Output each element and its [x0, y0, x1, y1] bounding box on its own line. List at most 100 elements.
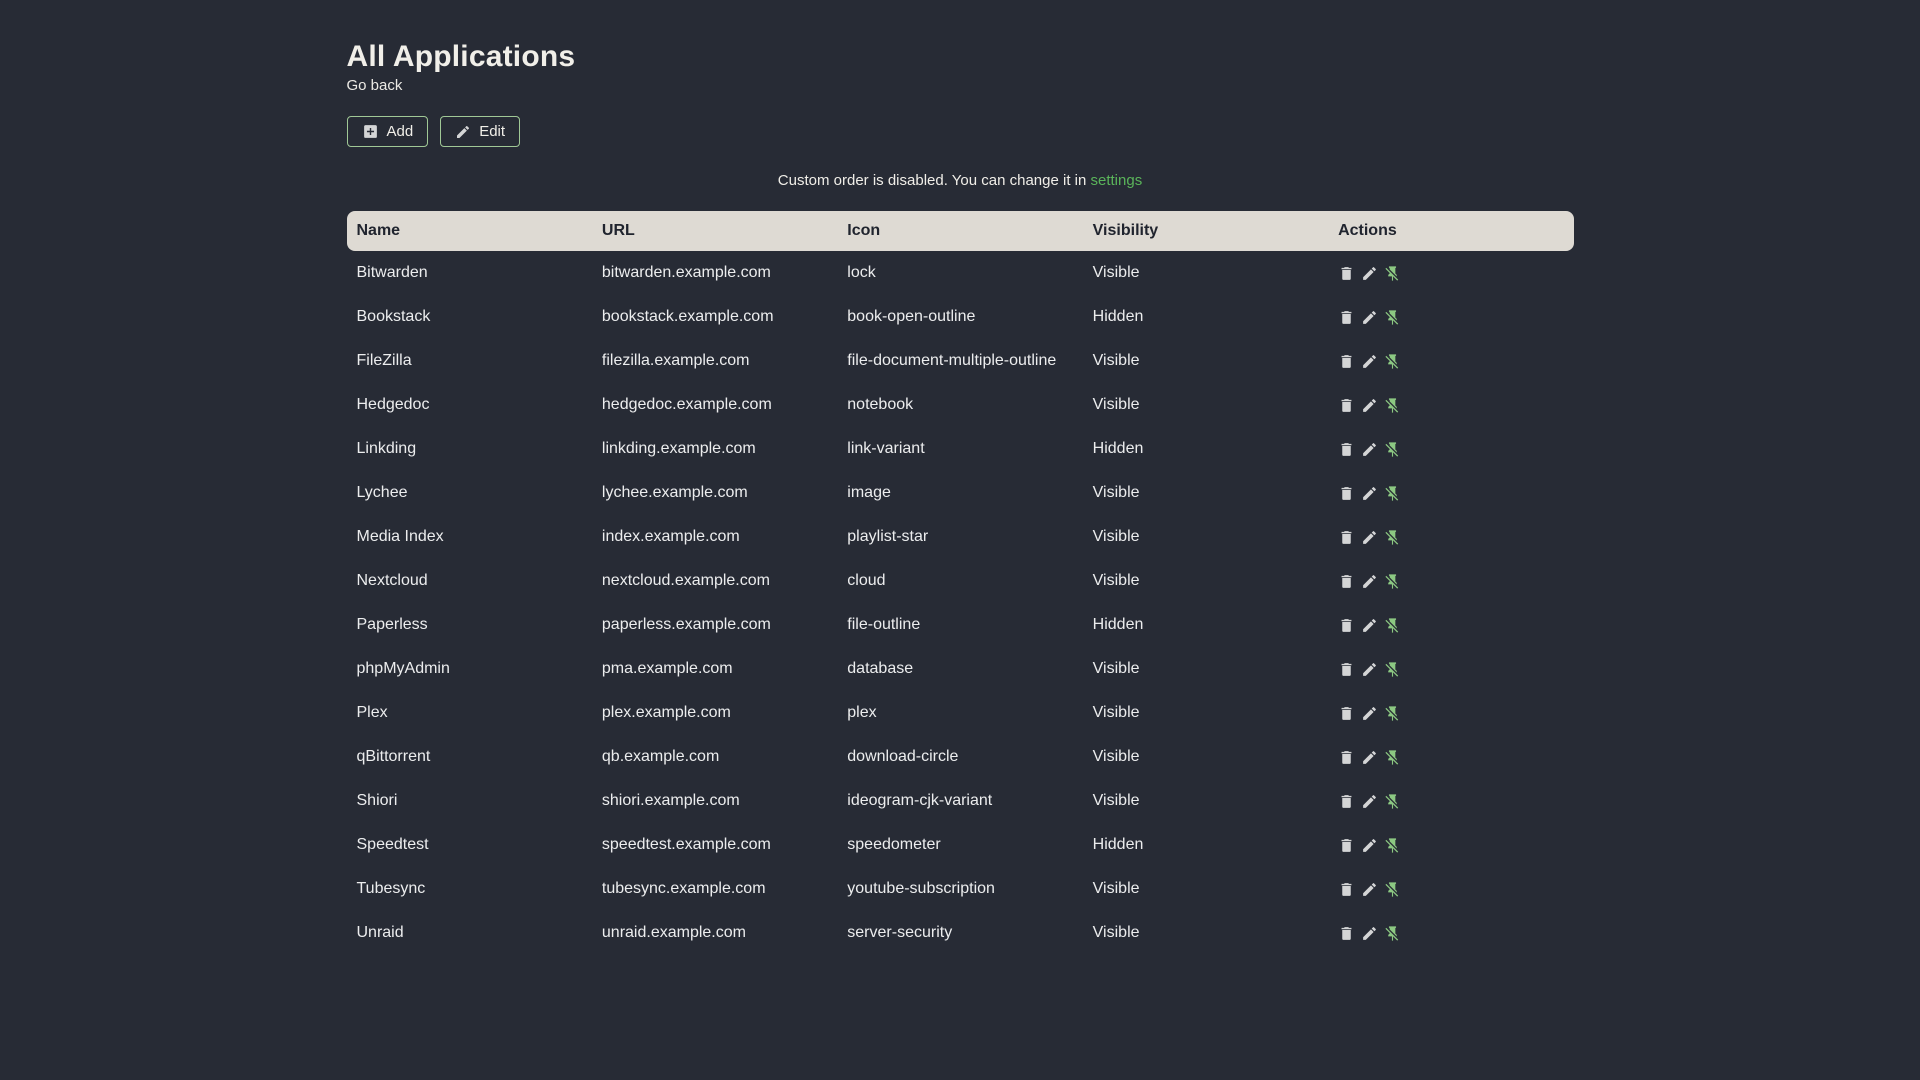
delete-icon[interactable] — [1338, 837, 1355, 854]
pin-off-icon[interactable] — [1384, 705, 1401, 722]
app-icon-name: youtube-subscription — [847, 880, 995, 897]
app-actions — [1328, 603, 1573, 647]
app-visibility: Visible — [1092, 748, 1140, 765]
edit-icon[interactable] — [1361, 353, 1378, 370]
page-container: All Applications Go back Add Edit Custom… — [346, 0, 1574, 955]
edit-icon[interactable] — [1361, 881, 1378, 898]
delete-icon[interactable] — [1338, 309, 1355, 326]
pin-off-icon[interactable] — [1384, 397, 1401, 414]
pin-off-icon[interactable] — [1384, 837, 1401, 854]
go-back-link[interactable]: Go back — [347, 77, 403, 94]
edit-icon[interactable] — [1361, 617, 1378, 634]
delete-icon[interactable] — [1338, 529, 1355, 546]
settings-link[interactable]: settings — [1091, 172, 1143, 189]
app-icon-name: database — [847, 660, 914, 677]
custom-order-notice: Custom order is disabled. You can change… — [347, 172, 1574, 189]
app-name: Bitwarden — [356, 264, 428, 281]
app-icon-name: server-security — [847, 924, 953, 941]
app-url: index.example.com — [601, 528, 740, 545]
edit-icon[interactable] — [1361, 397, 1378, 414]
pin-off-icon[interactable] — [1384, 485, 1401, 502]
app-icon-name: notebook — [847, 396, 914, 413]
delete-icon[interactable] — [1338, 881, 1355, 898]
app-icon-name: playlist-star — [847, 528, 929, 545]
app-icon-name: image — [847, 484, 891, 501]
pin-off-icon[interactable] — [1384, 529, 1401, 546]
pin-off-icon[interactable] — [1384, 265, 1401, 282]
edit-icon[interactable] — [1361, 925, 1378, 942]
pin-off-icon[interactable] — [1384, 309, 1401, 326]
pin-off-icon[interactable] — [1384, 793, 1401, 810]
app-name: Linkding — [356, 440, 417, 457]
app-name: Paperless — [356, 616, 428, 633]
pin-off-icon[interactable] — [1384, 353, 1401, 370]
pin-off-icon[interactable] — [1384, 749, 1401, 766]
app-url: paperless.example.com — [601, 616, 771, 633]
pin-off-icon[interactable] — [1384, 441, 1401, 458]
delete-icon[interactable] — [1338, 441, 1355, 458]
delete-icon[interactable] — [1338, 749, 1355, 766]
app-actions — [1328, 339, 1573, 383]
add-button[interactable]: Add — [346, 116, 429, 147]
delete-icon[interactable] — [1338, 617, 1355, 634]
edit-icon[interactable] — [1361, 705, 1378, 722]
app-actions — [1328, 251, 1573, 295]
app-url: qb.example.com — [601, 748, 720, 765]
app-icon-name: ideogram-cjk-variant — [847, 792, 993, 809]
edit-icon[interactable] — [1361, 529, 1378, 546]
delete-icon[interactable] — [1338, 397, 1355, 414]
app-url: lychee.example.com — [601, 484, 748, 501]
app-visibility: Visible — [1092, 792, 1140, 809]
app-name: FileZilla — [356, 352, 412, 369]
edit-icon[interactable] — [1361, 309, 1378, 326]
delete-icon[interactable] — [1338, 793, 1355, 810]
edit-icon[interactable] — [1361, 661, 1378, 678]
app-url: speedtest.example.com — [601, 836, 771, 853]
edit-icon[interactable] — [1361, 573, 1378, 590]
column-header-icon: Icon — [837, 211, 1083, 251]
pin-off-icon[interactable] — [1384, 925, 1401, 942]
app-name: phpMyAdmin — [356, 660, 450, 677]
app-icon-name: lock — [847, 264, 876, 281]
app-actions — [1328, 295, 1573, 339]
column-header-url: URL — [591, 211, 838, 251]
app-actions — [1328, 779, 1573, 823]
delete-icon[interactable] — [1338, 661, 1355, 678]
app-visibility: Visible — [1092, 880, 1140, 897]
edit-icon[interactable] — [1361, 485, 1378, 502]
edit-icon[interactable] — [1361, 749, 1378, 766]
delete-icon[interactable] — [1338, 573, 1355, 590]
table-row: Hedgedoc hedgedoc.example.com notebook Visi… — [347, 383, 1574, 427]
table-row: Nextcloud nextcloud.example.com cloud Visib… — [347, 559, 1574, 603]
edit-button[interactable]: Edit — [440, 116, 521, 147]
delete-icon[interactable] — [1338, 925, 1355, 942]
app-url: bitwarden.example.com — [601, 264, 771, 281]
delete-icon[interactable] — [1338, 485, 1355, 502]
pin-off-icon[interactable] — [1384, 617, 1401, 634]
table-row: phpMyAdmin pma.example.com database Visible — [347, 647, 1574, 691]
delete-icon[interactable] — [1338, 265, 1355, 282]
applications-table-header: Name URL Icon Visibility Actions — [346, 211, 1574, 251]
edit-icon[interactable] — [1361, 265, 1378, 282]
app-url: hedgedoc.example.com — [601, 396, 772, 413]
app-icon-name: book-open-outline — [847, 308, 976, 325]
delete-icon[interactable] — [1338, 353, 1355, 370]
edit-icon[interactable] — [1361, 793, 1378, 810]
delete-icon[interactable] — [1338, 705, 1355, 722]
edit-icon[interactable] — [1361, 837, 1378, 854]
pin-off-icon[interactable] — [1384, 661, 1401, 678]
app-url: linkding.example.com — [601, 440, 756, 457]
plus-box-icon — [362, 123, 379, 140]
app-visibility: Visible — [1092, 704, 1140, 721]
pin-off-icon[interactable] — [1384, 881, 1401, 898]
app-actions — [1328, 735, 1573, 779]
app-name: Unraid — [356, 924, 404, 941]
pin-off-icon[interactable] — [1384, 573, 1401, 590]
table-row: Linkding linkding.example.com link-variant… — [347, 427, 1574, 471]
column-header-actions: Actions — [1328, 211, 1574, 251]
app-url: tubesync.example.com — [601, 880, 766, 897]
app-name: Speedtest — [356, 836, 429, 853]
app-visibility: Visible — [1092, 572, 1140, 589]
edit-icon[interactable] — [1361, 441, 1378, 458]
app-url: nextcloud.example.com — [601, 572, 770, 589]
